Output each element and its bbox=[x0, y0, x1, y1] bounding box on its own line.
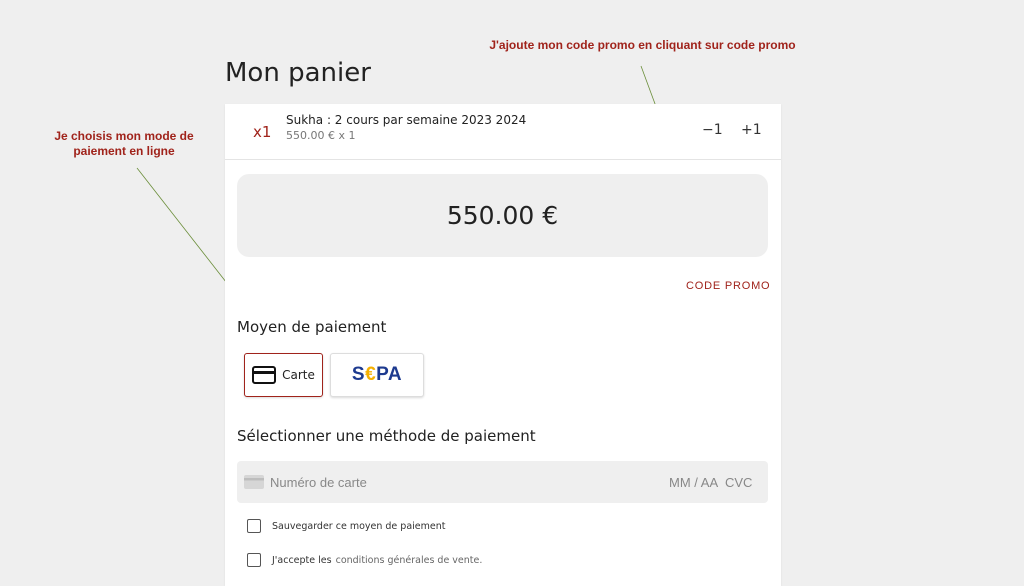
annotation-payment-method: Je choisis mon mode de paiement en ligne bbox=[54, 129, 194, 158]
terms-link[interactable]: conditions générales de vente. bbox=[336, 555, 483, 566]
save-payment-label: Sauvegarder ce moyen de paiement bbox=[272, 520, 446, 532]
page-title: Mon panier bbox=[225, 58, 371, 88]
increment-button[interactable]: +1 bbox=[741, 122, 762, 138]
card-number-input[interactable]: Numéro de carte MM / AA CVC bbox=[237, 461, 768, 503]
item-quantity: x1 bbox=[253, 123, 272, 141]
card-cvc-field[interactable]: CVC bbox=[725, 475, 752, 490]
decrement-button[interactable]: −1 bbox=[702, 122, 723, 138]
sepa-logo: S€PA bbox=[351, 364, 403, 385]
save-payment-row: Sauvegarder ce moyen de paiement bbox=[247, 519, 445, 533]
cart-total: 550.00 € bbox=[237, 174, 768, 257]
accept-terms-row: J'accepte les conditions générales de ve… bbox=[247, 553, 482, 567]
payment-method-card-button[interactable]: Carte bbox=[244, 353, 323, 397]
card-placeholder-icon bbox=[244, 475, 264, 489]
item-price-line: 550.00 € x 1 bbox=[286, 129, 356, 142]
accept-terms-checkbox[interactable] bbox=[247, 553, 261, 567]
payment-method-sepa-button[interactable]: S€PA bbox=[330, 353, 424, 397]
accept-terms-label: J'accepte les bbox=[272, 554, 332, 566]
credit-card-icon bbox=[252, 366, 277, 384]
payment-method-heading: Moyen de paiement bbox=[237, 318, 387, 336]
card-expiry-field[interactable]: MM / AA bbox=[669, 475, 718, 490]
select-payment-heading: Sélectionner une méthode de paiement bbox=[237, 427, 536, 445]
annotation-promo-code: J'ajoute mon code promo en cliquant sur … bbox=[489, 38, 796, 52]
card-number-placeholder: Numéro de carte bbox=[270, 475, 367, 490]
payment-method-card-label: Carte bbox=[282, 368, 315, 382]
cart-card: x1 Sukha : 2 cours par semaine 2023 2024… bbox=[225, 104, 781, 586]
item-name: Sukha : 2 cours par semaine 2023 2024 bbox=[286, 113, 527, 127]
cart-item-row: x1 Sukha : 2 cours par semaine 2023 2024… bbox=[225, 104, 781, 160]
save-payment-checkbox[interactable] bbox=[247, 519, 261, 533]
promo-code-button[interactable]: CODE PROMO bbox=[686, 280, 770, 292]
